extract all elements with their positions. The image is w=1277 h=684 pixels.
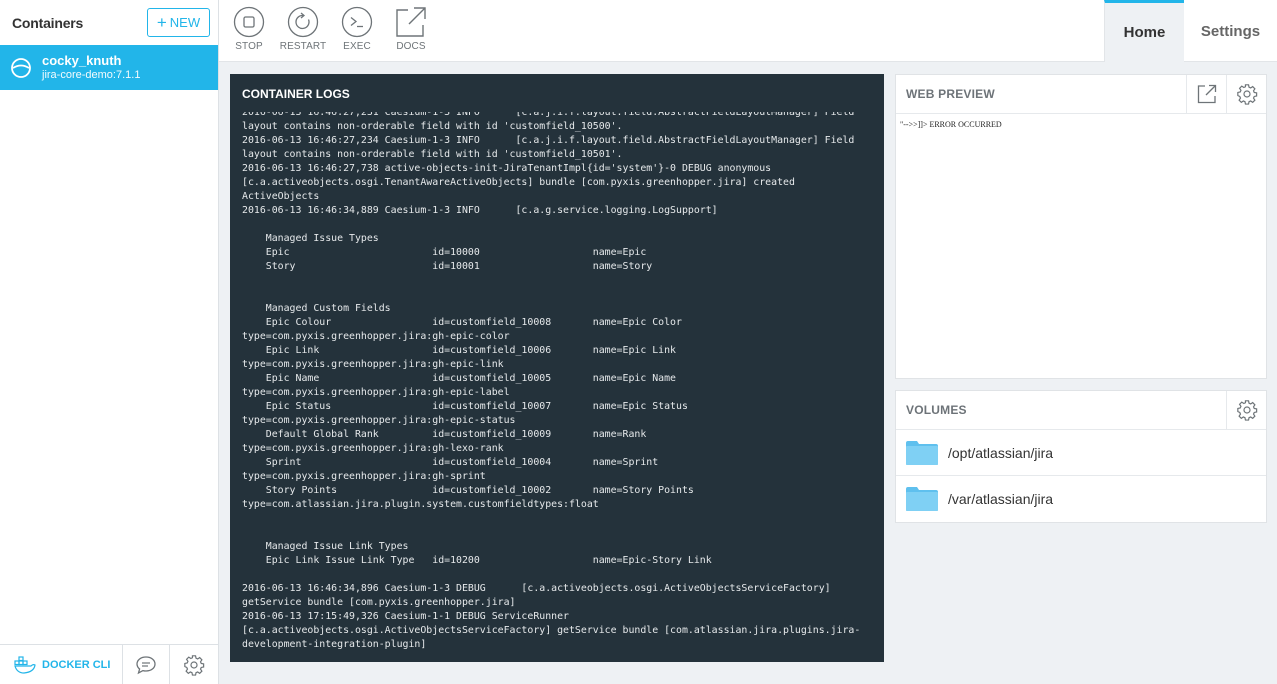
external-link-icon xyxy=(396,7,426,37)
web-preview-header: WEB PREVIEW xyxy=(896,74,1266,114)
exec-label: EXEC xyxy=(343,41,371,52)
web-preview-settings-button[interactable] xyxy=(1226,74,1266,114)
docker-cli-label: DOCKER CLI xyxy=(42,658,111,671)
sidebar-header: Containers + NEW xyxy=(0,0,218,45)
view-tabs: Home Settings xyxy=(1104,0,1277,62)
web-preview-panel: WEB PREVIEW "-->>]]> ERROR OCCURRED xyxy=(895,74,1267,379)
folder-icon xyxy=(906,440,938,465)
sidebar-title: Containers xyxy=(12,14,84,31)
feedback-button[interactable] xyxy=(123,645,170,684)
plus-icon: + xyxy=(156,13,167,32)
docker-icon xyxy=(14,655,36,674)
restart-button[interactable]: RESTART xyxy=(275,6,331,52)
chat-bubble-icon xyxy=(136,655,156,674)
toolbar: STOP RESTART EXEC DOCS Home Settings xyxy=(219,0,1277,62)
container-logs-panel: CONTAINER LOGS 2016-06-13 16:46:27,231 C… xyxy=(230,74,884,662)
volume-row[interactable]: /var/atlassian/jira xyxy=(896,476,1266,522)
container-list-item[interactable]: cocky_knuth jira-core-demo:7.1.1 xyxy=(0,45,218,90)
container-name: cocky_knuth xyxy=(42,53,122,68)
terminal-icon xyxy=(341,6,373,38)
container-logs-body[interactable]: 2016-06-13 16:46:27,231 Caesium-1-3 INFO… xyxy=(230,112,884,662)
sidebar: Containers + NEW cocky_knuth jira-core-d… xyxy=(0,0,219,684)
stop-icon xyxy=(233,6,265,38)
restart-label: RESTART xyxy=(279,41,327,52)
docker-cli-button[interactable]: DOCKER CLI xyxy=(0,645,123,684)
new-button-label: NEW xyxy=(169,15,201,30)
stop-label: STOP xyxy=(235,41,263,52)
stop-button[interactable]: STOP xyxy=(221,6,277,52)
volume-path: /opt/atlassian/jira xyxy=(948,444,1054,461)
gear-icon xyxy=(1236,400,1257,421)
web-preview-title: WEB PREVIEW xyxy=(906,87,995,101)
docs-label: DOCS xyxy=(396,41,426,52)
tab-settings[interactable]: Settings xyxy=(1184,0,1277,62)
gear-icon xyxy=(1236,84,1257,105)
container-logs-title: CONTAINER LOGS xyxy=(242,87,350,101)
restart-icon xyxy=(287,6,319,38)
volumes-panel: VOLUMES /opt/atlassian/jira /var/atlassi… xyxy=(895,390,1267,523)
exec-button[interactable]: EXEC xyxy=(329,6,385,52)
sidebar-footer: DOCKER CLI xyxy=(0,644,218,684)
docs-button[interactable]: DOCS xyxy=(383,6,439,52)
container-status-icon xyxy=(11,57,31,78)
volume-path: /var/atlassian/jira xyxy=(948,491,1054,507)
gear-icon xyxy=(183,654,204,676)
external-link-icon xyxy=(1197,84,1216,104)
web-preview-content: "-->>]]> ERROR OCCURRED xyxy=(900,120,1002,129)
tab-home[interactable]: Home xyxy=(1104,0,1184,62)
volumes-header: VOLUMES xyxy=(896,390,1266,430)
folder-icon xyxy=(906,487,938,511)
volume-row[interactable]: /opt/atlassian/jira xyxy=(896,430,1266,476)
preferences-button[interactable] xyxy=(170,645,217,684)
new-container-button[interactable]: + NEW xyxy=(147,8,210,37)
volumes-title: VOLUMES xyxy=(906,403,967,417)
open-external-button[interactable] xyxy=(1186,74,1226,114)
container-image: jira-core-demo:7.1.1 xyxy=(42,69,141,81)
volumes-settings-button[interactable] xyxy=(1226,390,1266,430)
log-output: 2016-06-13 16:46:27,231 Caesium-1-3 INFO… xyxy=(242,112,861,650)
